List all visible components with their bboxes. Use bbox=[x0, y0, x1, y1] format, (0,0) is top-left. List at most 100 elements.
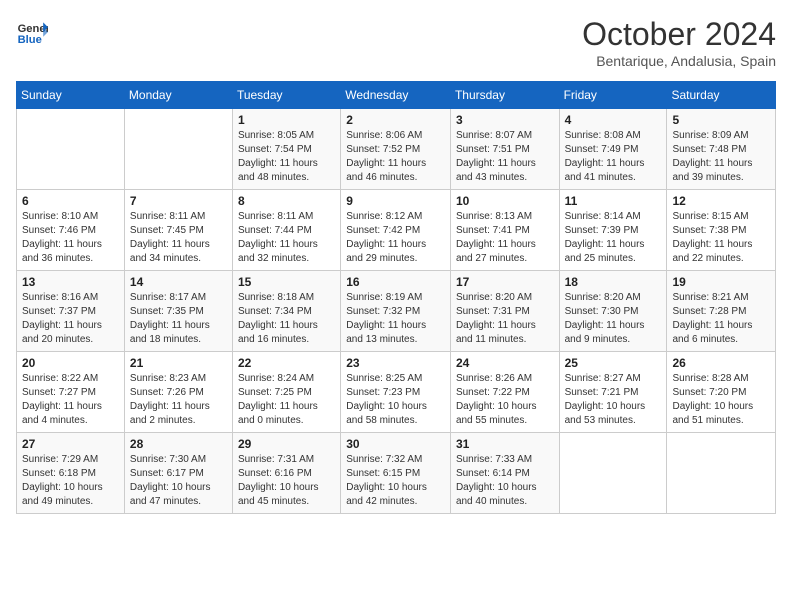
calendar-cell: 9 Sunrise: 8:12 AM Sunset: 7:42 PM Daylig… bbox=[341, 190, 451, 271]
month-title: October 2024 bbox=[582, 16, 776, 53]
calendar-cell: 20 Sunrise: 8:22 AM Sunset: 7:27 PM Dayli… bbox=[17, 352, 125, 433]
day-number: 2 bbox=[346, 113, 445, 127]
day-info: Sunrise: 8:11 AM Sunset: 7:44 PM Dayligh… bbox=[238, 210, 335, 266]
calendar-cell: 11Sunrise: 8:14 AM Sunset: 7:39 PM Dayli… bbox=[559, 190, 667, 271]
header-day: Thursday bbox=[450, 82, 559, 109]
day-number: 15 bbox=[238, 275, 335, 289]
day-info: Sunrise: 7:33 AM Sunset: 6:14 PM Dayligh… bbox=[456, 453, 554, 509]
day-info: Sunrise: 8:21 AM Sunset: 7:28 PM Dayligh… bbox=[672, 291, 770, 347]
day-info: Sunrise: 8:17 AM Sunset: 7:35 PM Dayligh… bbox=[130, 291, 227, 347]
logo: General Blue bbox=[16, 16, 48, 48]
calendar-cell: 10Sunrise: 8:13 AM Sunset: 7:41 PM Dayli… bbox=[450, 190, 559, 271]
calendar-cell bbox=[667, 433, 776, 514]
day-number: 17 bbox=[456, 275, 554, 289]
calendar-cell: 19 Sunrise: 8:21 AM Sunset: 7:28 PM Dayli… bbox=[667, 271, 776, 352]
header-day: Friday bbox=[559, 82, 667, 109]
calendar-week-row: 6Sunrise: 8:10 AM Sunset: 7:46 PM Daylig… bbox=[17, 190, 776, 271]
day-info: Sunrise: 8:24 AM Sunset: 7:25 PM Dayligh… bbox=[238, 372, 335, 428]
header-day: Wednesday bbox=[341, 82, 451, 109]
day-number: 14 bbox=[130, 275, 227, 289]
day-info: Sunrise: 8:06 AM Sunset: 7:52 PM Dayligh… bbox=[346, 129, 445, 185]
header-day: Saturday bbox=[667, 82, 776, 109]
day-info: Sunrise: 8:22 AM Sunset: 7:27 PM Dayligh… bbox=[22, 372, 119, 428]
calendar-cell: 3 Sunrise: 8:07 AM Sunset: 7:51 PM Daylig… bbox=[450, 109, 559, 190]
calendar-cell: 24Sunrise: 8:26 AM Sunset: 7:22 PM Dayli… bbox=[450, 352, 559, 433]
day-info: Sunrise: 8:07 AM Sunset: 7:51 PM Dayligh… bbox=[456, 129, 554, 185]
day-info: Sunrise: 7:32 AM Sunset: 6:15 PM Dayligh… bbox=[346, 453, 445, 509]
day-info: Sunrise: 8:28 AM Sunset: 7:20 PM Dayligh… bbox=[672, 372, 770, 428]
day-info: Sunrise: 8:18 AM Sunset: 7:34 PM Dayligh… bbox=[238, 291, 335, 347]
calendar-cell: 12Sunrise: 8:15 AM Sunset: 7:38 PM Dayli… bbox=[667, 190, 776, 271]
calendar-cell: 4 Sunrise: 8:08 AM Sunset: 7:49 PM Daylig… bbox=[559, 109, 667, 190]
day-number: 19 bbox=[672, 275, 770, 289]
calendar-cell bbox=[17, 109, 125, 190]
day-number: 30 bbox=[346, 437, 445, 451]
calendar-cell: 17Sunrise: 8:20 AM Sunset: 7:31 PM Dayli… bbox=[450, 271, 559, 352]
calendar-cell bbox=[124, 109, 232, 190]
calendar-cell: 30 Sunrise: 7:32 AM Sunset: 6:15 PM Dayli… bbox=[341, 433, 451, 514]
day-info: Sunrise: 8:26 AM Sunset: 7:22 PM Dayligh… bbox=[456, 372, 554, 428]
day-number: 20 bbox=[22, 356, 119, 370]
calendar-cell: 26Sunrise: 8:28 AM Sunset: 7:20 PM Dayli… bbox=[667, 352, 776, 433]
day-info: Sunrise: 8:27 AM Sunset: 7:21 PM Dayligh… bbox=[565, 372, 662, 428]
day-number: 5 bbox=[672, 113, 770, 127]
calendar-cell: 15 Sunrise: 8:18 AM Sunset: 7:34 PM Dayli… bbox=[232, 271, 340, 352]
calendar-cell bbox=[559, 433, 667, 514]
calendar-week-row: 1Sunrise: 8:05 AM Sunset: 7:54 PM Daylig… bbox=[17, 109, 776, 190]
calendar-cell: 29 Sunrise: 7:31 AM Sunset: 6:16 PM Dayli… bbox=[232, 433, 340, 514]
calendar-cell: 31Sunrise: 7:33 AM Sunset: 6:14 PM Dayli… bbox=[450, 433, 559, 514]
day-number: 27 bbox=[22, 437, 119, 451]
calendar-cell: 27Sunrise: 7:29 AM Sunset: 6:18 PM Dayli… bbox=[17, 433, 125, 514]
day-info: Sunrise: 8:09 AM Sunset: 7:48 PM Dayligh… bbox=[672, 129, 770, 185]
calendar-cell: 7 Sunrise: 8:11 AM Sunset: 7:45 PM Daylig… bbox=[124, 190, 232, 271]
day-number: 21 bbox=[130, 356, 227, 370]
day-info: Sunrise: 8:25 AM Sunset: 7:23 PM Dayligh… bbox=[346, 372, 445, 428]
day-number: 4 bbox=[565, 113, 662, 127]
calendar-cell: 6Sunrise: 8:10 AM Sunset: 7:46 PM Daylig… bbox=[17, 190, 125, 271]
day-info: Sunrise: 8:05 AM Sunset: 7:54 PM Dayligh… bbox=[238, 129, 335, 185]
day-number: 16 bbox=[346, 275, 445, 289]
calendar-cell: 23 Sunrise: 8:25 AM Sunset: 7:23 PM Dayli… bbox=[341, 352, 451, 433]
day-info: Sunrise: 8:19 AM Sunset: 7:32 PM Dayligh… bbox=[346, 291, 445, 347]
day-info: Sunrise: 8:14 AM Sunset: 7:39 PM Dayligh… bbox=[565, 210, 662, 266]
day-number: 6 bbox=[22, 194, 119, 208]
header-row: SundayMondayTuesdayWednesdayThursdayFrid… bbox=[17, 82, 776, 109]
day-number: 22 bbox=[238, 356, 335, 370]
header-day: Monday bbox=[124, 82, 232, 109]
day-number: 28 bbox=[130, 437, 227, 451]
day-number: 29 bbox=[238, 437, 335, 451]
calendar-cell: 22 Sunrise: 8:24 AM Sunset: 7:25 PM Dayli… bbox=[232, 352, 340, 433]
day-info: Sunrise: 7:31 AM Sunset: 6:16 PM Dayligh… bbox=[238, 453, 335, 509]
day-number: 18 bbox=[565, 275, 662, 289]
header-day: Sunday bbox=[17, 82, 125, 109]
day-number: 13 bbox=[22, 275, 119, 289]
day-info: Sunrise: 8:12 AM Sunset: 7:42 PM Dayligh… bbox=[346, 210, 445, 266]
calendar-cell: 16 Sunrise: 8:19 AM Sunset: 7:32 PM Dayli… bbox=[341, 271, 451, 352]
day-info: Sunrise: 8:11 AM Sunset: 7:45 PM Dayligh… bbox=[130, 210, 227, 266]
day-number: 8 bbox=[238, 194, 335, 208]
calendar-cell: 25 Sunrise: 8:27 AM Sunset: 7:21 PM Dayli… bbox=[559, 352, 667, 433]
day-number: 25 bbox=[565, 356, 662, 370]
day-number: 23 bbox=[346, 356, 445, 370]
svg-text:Blue: Blue bbox=[18, 34, 42, 46]
day-info: Sunrise: 8:13 AM Sunset: 7:41 PM Dayligh… bbox=[456, 210, 554, 266]
day-info: Sunrise: 8:08 AM Sunset: 7:49 PM Dayligh… bbox=[565, 129, 662, 185]
logo-icon: General Blue bbox=[16, 16, 48, 48]
day-info: Sunrise: 8:16 AM Sunset: 7:37 PM Dayligh… bbox=[22, 291, 119, 347]
calendar-cell: 2 Sunrise: 8:06 AM Sunset: 7:52 PM Daylig… bbox=[341, 109, 451, 190]
calendar-cell: 8 Sunrise: 8:11 AM Sunset: 7:44 PM Daylig… bbox=[232, 190, 340, 271]
day-info: Sunrise: 8:20 AM Sunset: 7:30 PM Dayligh… bbox=[565, 291, 662, 347]
header-day: Tuesday bbox=[232, 82, 340, 109]
title-block: October 2024 Bentarique, Andalusia, Spai… bbox=[582, 16, 776, 69]
calendar-cell: 14 Sunrise: 8:17 AM Sunset: 7:35 PM Dayli… bbox=[124, 271, 232, 352]
day-number: 12 bbox=[672, 194, 770, 208]
day-number: 9 bbox=[346, 194, 445, 208]
page-header: General Blue October 2024 Bentarique, An… bbox=[16, 16, 776, 69]
calendar-cell: 18 Sunrise: 8:20 AM Sunset: 7:30 PM Dayli… bbox=[559, 271, 667, 352]
day-number: 7 bbox=[130, 194, 227, 208]
day-info: Sunrise: 7:30 AM Sunset: 6:17 PM Dayligh… bbox=[130, 453, 227, 509]
day-number: 3 bbox=[456, 113, 554, 127]
calendar-week-row: 27Sunrise: 7:29 AM Sunset: 6:18 PM Dayli… bbox=[17, 433, 776, 514]
calendar-cell: 28 Sunrise: 7:30 AM Sunset: 6:17 PM Dayli… bbox=[124, 433, 232, 514]
calendar-cell: 21Sunrise: 8:23 AM Sunset: 7:26 PM Dayli… bbox=[124, 352, 232, 433]
